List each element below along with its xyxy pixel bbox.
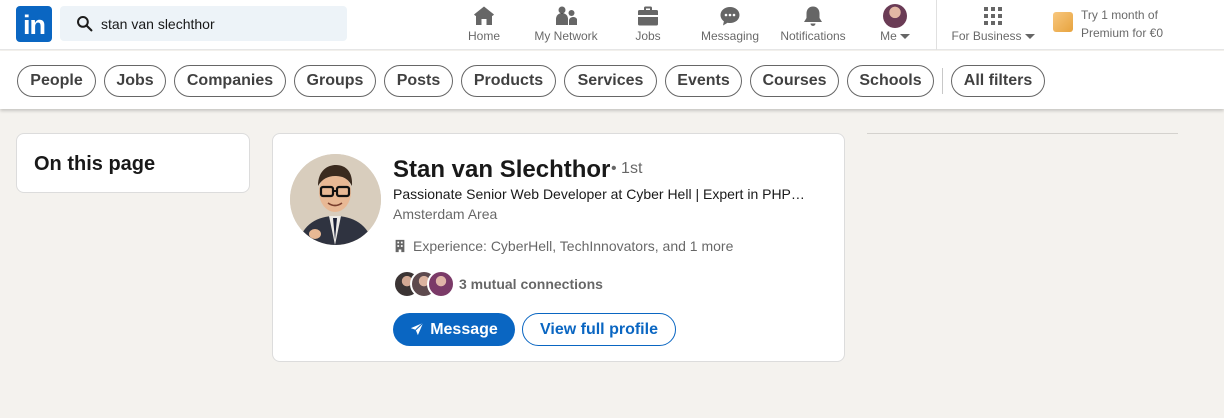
nav-notifications[interactable]: Notifications bbox=[774, 0, 852, 50]
experience-summary: Experience: CyberHell, TechInnovators, a… bbox=[393, 238, 733, 254]
right-rail-divider bbox=[867, 133, 1178, 134]
filter-schools[interactable]: Schools bbox=[847, 65, 934, 97]
nav-my-network[interactable]: My Network bbox=[528, 0, 604, 50]
search-filter-bar: People Jobs Companies Groups Posts Produ… bbox=[0, 51, 1224, 109]
nav-messaging-label: Messaging bbox=[700, 29, 760, 43]
search-input[interactable] bbox=[101, 6, 341, 41]
avatar bbox=[883, 4, 907, 28]
linkedin-logo[interactable]: in bbox=[16, 6, 52, 42]
search-box[interactable] bbox=[60, 6, 347, 41]
view-full-profile-button[interactable]: View full profile bbox=[522, 313, 676, 346]
messaging-icon bbox=[720, 7, 740, 26]
message-button-label: Message bbox=[430, 320, 498, 338]
nav-jobs-label: Jobs bbox=[635, 29, 661, 43]
nav-my-network-label: My Network bbox=[534, 29, 598, 43]
filter-people[interactable]: People bbox=[17, 65, 96, 97]
building-icon bbox=[395, 239, 405, 253]
profile-photo-illustration bbox=[290, 154, 381, 245]
nav-home-label: Home bbox=[467, 29, 500, 43]
filter-groups[interactable]: Groups bbox=[294, 65, 376, 97]
nav-divider bbox=[936, 0, 937, 50]
profile-name-link[interactable]: Stan van Slechthor bbox=[393, 156, 610, 184]
chevron-down-icon bbox=[899, 34, 910, 40]
grid-icon bbox=[984, 7, 1002, 25]
premium-line-1: Try 1 month of bbox=[1081, 8, 1158, 22]
filter-jobs[interactable]: Jobs bbox=[104, 65, 166, 97]
search-icon bbox=[77, 16, 93, 32]
nav-notifications-label: Notifications bbox=[780, 29, 846, 43]
message-button[interactable]: Message bbox=[393, 313, 515, 346]
on-this-page-panel: On this page bbox=[16, 133, 250, 193]
briefcase-icon bbox=[638, 6, 658, 26]
home-icon bbox=[474, 6, 494, 25]
on-this-page-title: On this page bbox=[34, 153, 156, 175]
profile-headline: Passionate Senior Web Developer at Cyber… bbox=[393, 186, 805, 202]
profile-photo[interactable] bbox=[290, 154, 381, 245]
filter-companies[interactable]: Companies bbox=[174, 65, 286, 97]
nav-for-business[interactable]: For Business bbox=[946, 0, 1040, 50]
filter-courses[interactable]: Courses bbox=[750, 65, 839, 97]
premium-upsell-link[interactable]: Try 1 month of Premium for €0 bbox=[1053, 6, 1213, 46]
filter-posts[interactable]: Posts bbox=[384, 65, 453, 97]
search-result-card: Stan van Slechthor • 1st Passionate Seni… bbox=[272, 133, 845, 362]
premium-icon bbox=[1053, 12, 1073, 32]
premium-line-2: Premium for €0 bbox=[1081, 26, 1164, 40]
filter-products[interactable]: Products bbox=[461, 65, 556, 97]
chevron-down-icon bbox=[1024, 34, 1035, 40]
top-navigation: in Home My Network Jobs bbox=[0, 0, 1224, 50]
network-icon bbox=[556, 6, 577, 25]
mutual-avatar bbox=[427, 270, 455, 298]
nav-jobs[interactable]: Jobs bbox=[628, 0, 668, 50]
nav-for-business-label: For Business bbox=[946, 29, 1040, 43]
filter-divider bbox=[942, 68, 943, 94]
nav-home[interactable]: Home bbox=[458, 0, 510, 50]
bell-icon bbox=[804, 6, 822, 26]
filter-events[interactable]: Events bbox=[665, 65, 742, 97]
all-filters-button[interactable]: All filters bbox=[951, 65, 1045, 97]
nav-messaging[interactable]: Messaging bbox=[696, 0, 764, 50]
nav-me-label: Me bbox=[870, 29, 920, 43]
profile-location: Amsterdam Area bbox=[393, 206, 498, 222]
send-icon bbox=[411, 321, 424, 335]
nav-me[interactable]: Me bbox=[870, 0, 920, 50]
connection-degree: • 1st bbox=[611, 160, 643, 177]
experience-text: Experience: CyberHell, TechInnovators, a… bbox=[413, 238, 734, 254]
mutual-connections-link[interactable]: 3 mutual connections bbox=[459, 276, 603, 292]
filter-services[interactable]: Services bbox=[564, 65, 657, 97]
